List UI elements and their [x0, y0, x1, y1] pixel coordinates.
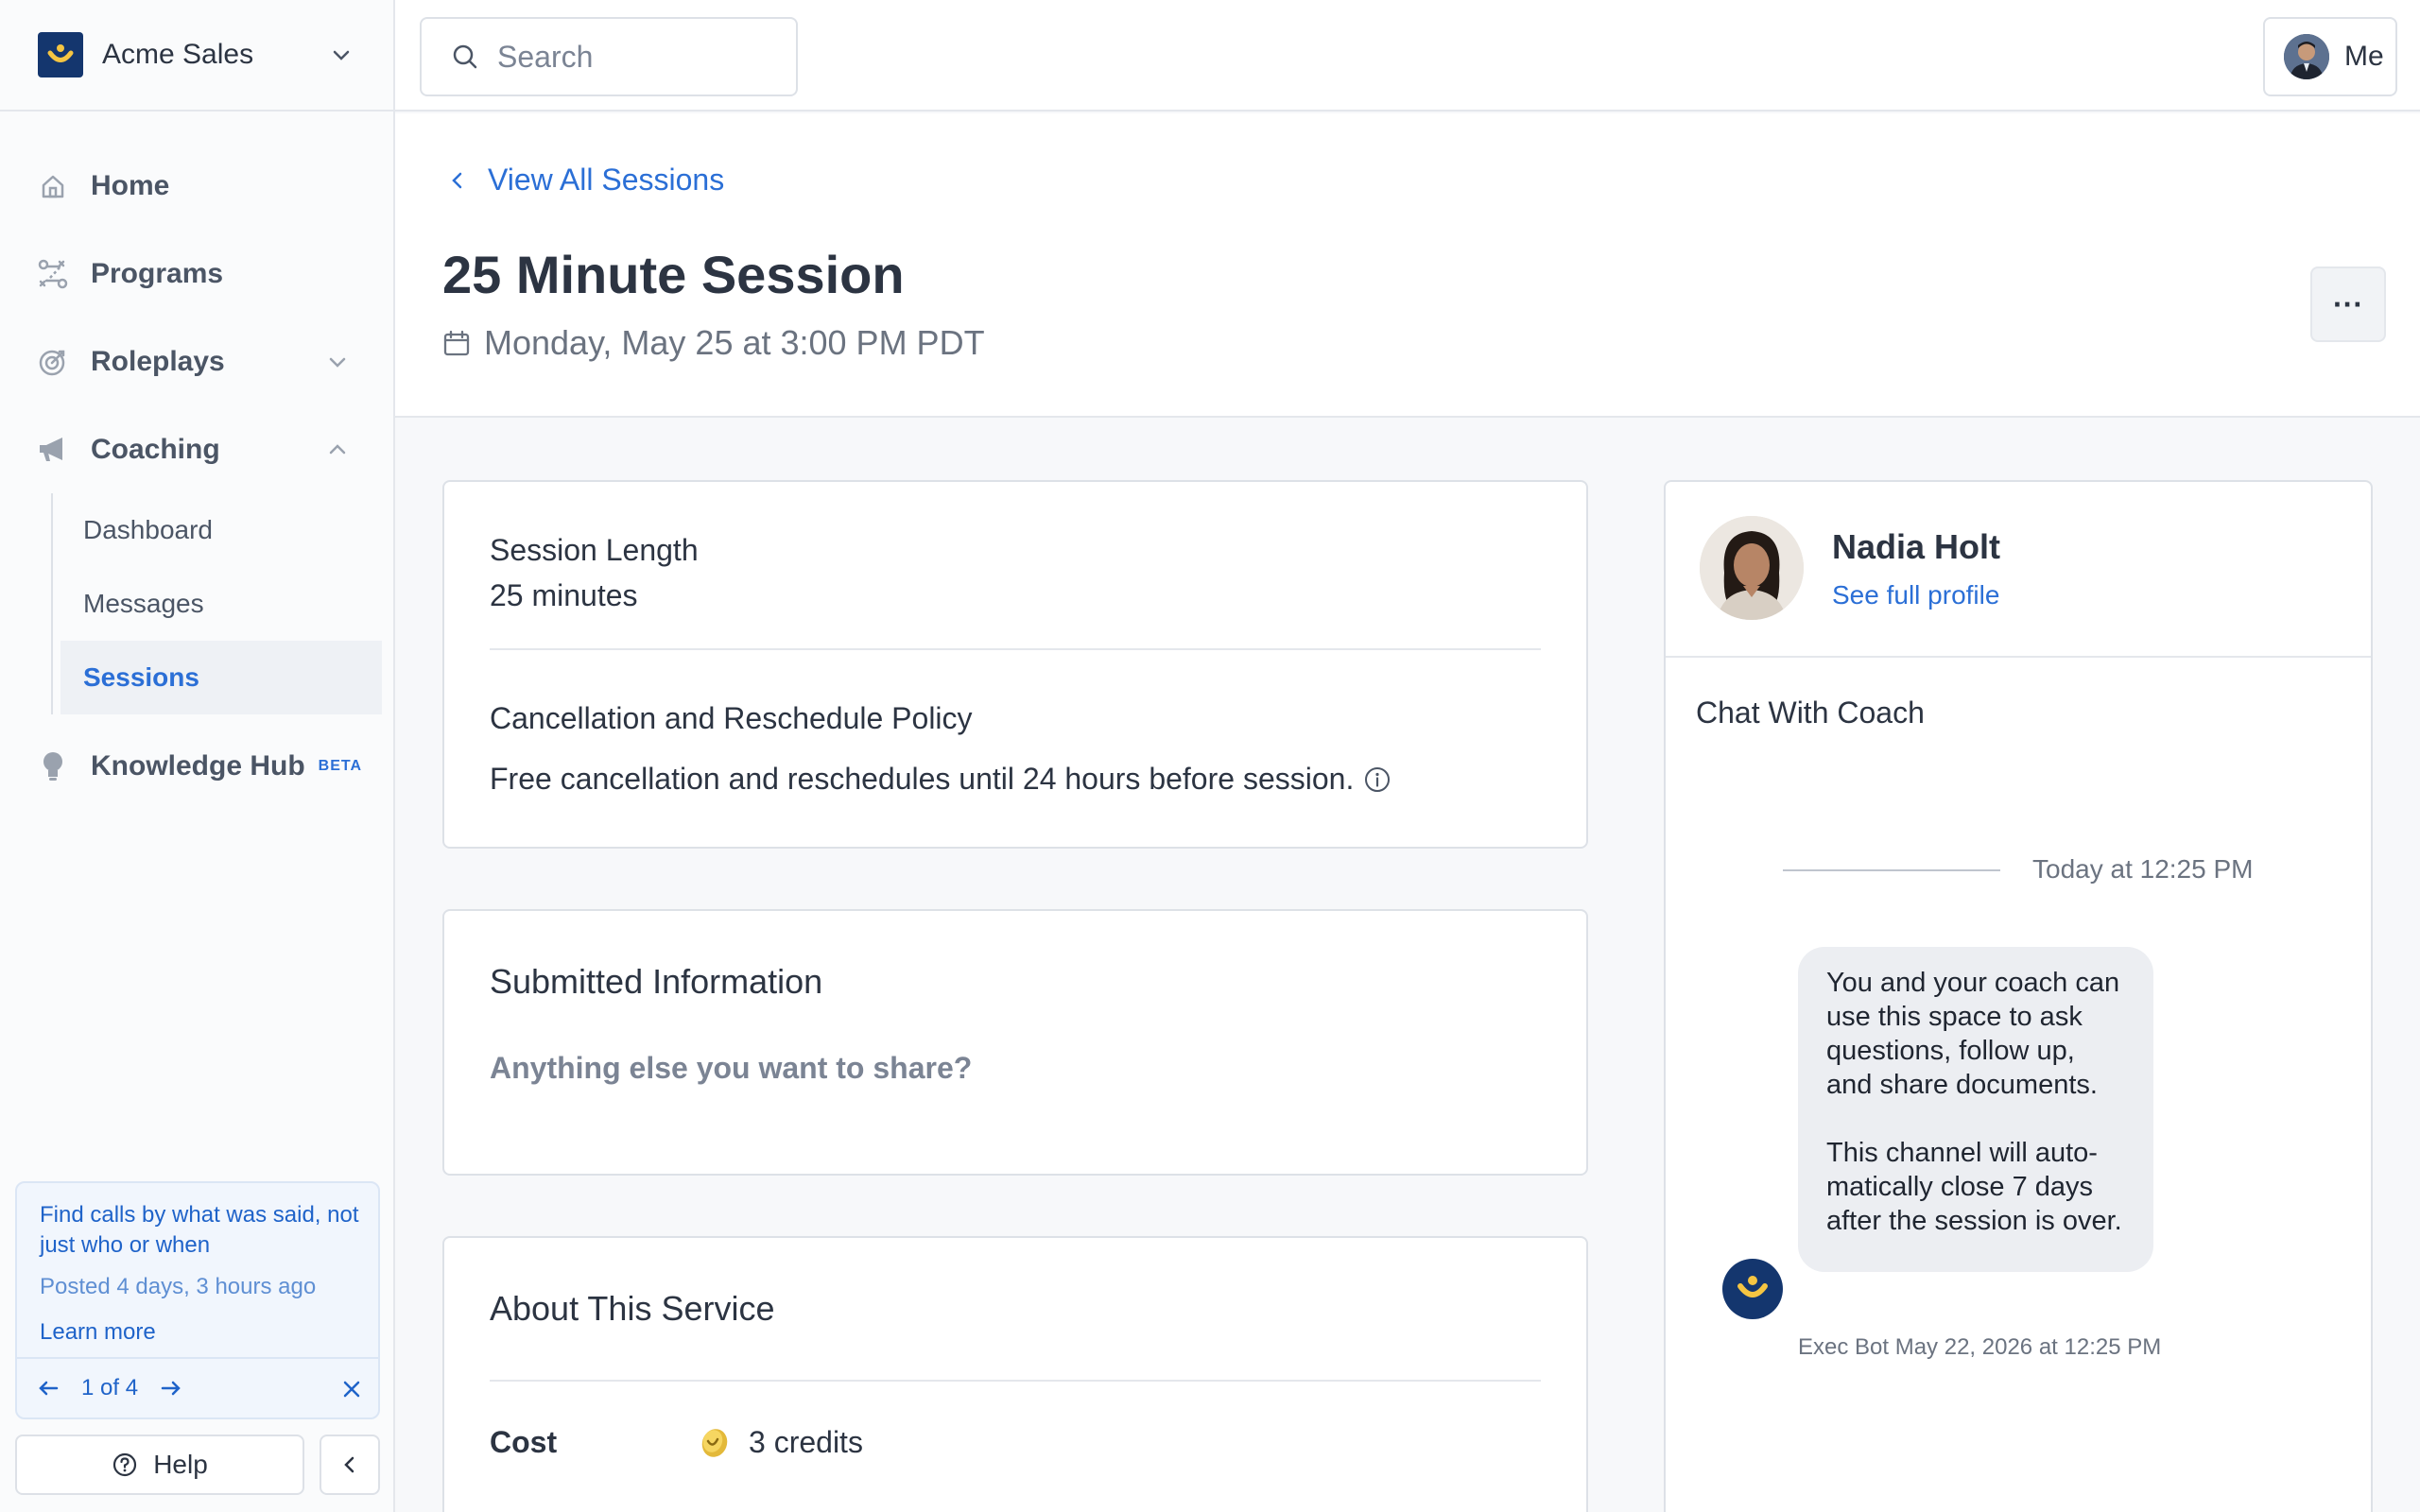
session-length-value: 25 minutes [490, 578, 638, 612]
divider [490, 648, 1541, 650]
top-bar: Me [395, 0, 2420, 112]
chevron-down-icon [333, 50, 350, 60]
session-details-card: Session Length 25 minutes Cancellation a… [442, 480, 1588, 849]
back-link[interactable]: View All Sessions [444, 163, 724, 198]
nav-label: Home [91, 169, 170, 201]
nav-item-roleplays[interactable]: Roleplays [0, 318, 393, 405]
help-icon [113, 1452, 137, 1477]
avatar [2284, 34, 2329, 79]
close-icon[interactable] [340, 1378, 363, 1400]
page-header: View All Sessions 25 Minute Session Mond… [395, 113, 2420, 418]
sidebar-item-sessions[interactable]: Sessions [60, 641, 382, 714]
user-menu-label: Me [2344, 41, 2384, 72]
org-logo [38, 32, 83, 77]
chevron-left-icon [452, 172, 462, 188]
coach-panel: Nadia Holt See full profile Chat With Co… [1664, 480, 2373, 1512]
nav-item-programs[interactable]: Programs [0, 230, 393, 318]
nav-label: Coaching [91, 433, 220, 465]
chat-message-text: You and your coach can use this space to… [1826, 968, 2120, 1100]
search-box[interactable] [420, 17, 798, 96]
learn-more-link[interactable]: Learn more [40, 1319, 156, 1346]
policy-row: Free cancellation and reschedules until … [490, 762, 1392, 797]
submitted-question: Anything else you want to share? [490, 1051, 973, 1085]
collapse-sidebar-button[interactable] [320, 1435, 380, 1495]
bot-avatar [1722, 1259, 1783, 1319]
nav-item-home[interactable]: Home [0, 142, 393, 230]
target-icon [36, 345, 70, 379]
page-title: 25 Minute Session [442, 245, 905, 304]
main-nav: Home Programs Roleplays Coaching Dashboa… [0, 142, 393, 810]
lightbulb-icon [36, 749, 70, 783]
policy-text: Free cancellation and reschedules until … [490, 762, 1355, 796]
nav-label: Roleplays [91, 345, 225, 377]
chat-title: Chat With Coach [1696, 696, 1925, 730]
announcement-card: Find calls by what was said, not just wh… [15, 1181, 380, 1419]
divider [490, 1380, 1541, 1382]
route-icon [36, 257, 70, 291]
search-input[interactable] [497, 39, 781, 75]
arrow-right-icon[interactable] [159, 1376, 183, 1400]
coach-header: Nadia Holt See full profile [1666, 482, 2371, 658]
user-menu-button[interactable]: Me [2263, 17, 2397, 96]
help-label: Help [153, 1450, 208, 1479]
policy-label: Cancellation and Reschedule Policy [490, 701, 973, 735]
more-options-button[interactable]: ··· [2310, 266, 2386, 342]
about-service-title: About This Service [490, 1289, 775, 1328]
chat-message-text: This channel will auto-matically close 7… [1826, 1138, 2122, 1236]
arrow-left-icon[interactable] [36, 1376, 60, 1400]
chat-message: You and your coach can use this space to… [1798, 947, 2153, 1272]
announcement-pager: 1 of 4 [17, 1357, 378, 1418]
chat-separator-line [1783, 869, 2000, 871]
submitted-info-card: Submitted Information Anything else you … [442, 909, 1588, 1176]
announcement-title: Find calls by what was said, not just wh… [40, 1202, 359, 1258]
nav-item-coaching[interactable]: Coaching [0, 405, 393, 493]
credit-coin-icon [701, 1428, 728, 1457]
cost-value: 3 credits [749, 1425, 863, 1459]
org-name: Acme Sales [102, 39, 254, 70]
info-icon[interactable] [1363, 765, 1392, 794]
session-date-text: Monday, May 25 at 3:00 PM PDT [484, 323, 985, 362]
chat-message-meta: Exec Bot May 22, 2026 at 12:25 PM [1798, 1334, 2162, 1360]
submitted-info-title: Submitted Information [490, 962, 823, 1001]
nav-item-knowledge-hub[interactable]: Knowledge Hub BETA [0, 722, 393, 810]
chat-separator-time: Today at 12:25 PM [2032, 854, 2254, 884]
back-link-label: View All Sessions [488, 163, 725, 197]
nav-label: Programs [91, 257, 224, 289]
coach-name: Nadia Holt [1832, 527, 2001, 566]
megaphone-icon [36, 433, 70, 467]
session-date: Monday, May 25 at 3:00 PM PDT [442, 323, 985, 363]
chevron-left-icon [344, 1456, 354, 1473]
session-length-label: Session Length [490, 533, 699, 567]
help-button[interactable]: Help [15, 1435, 304, 1495]
calendar-icon [443, 330, 470, 356]
see-full-profile-link[interactable]: See full profile [1832, 580, 1999, 610]
cost-label: Cost [490, 1425, 558, 1459]
chevron-up-icon [329, 444, 346, 455]
sidebar-item-messages[interactable]: Messages [53, 567, 393, 641]
about-service-card: About This Service Cost 3 credits [442, 1236, 1588, 1512]
coaching-subnav: Dashboard Messages Sessions [51, 493, 393, 714]
sidebar-item-dashboard[interactable]: Dashboard [53, 493, 393, 567]
cost-row: Cost 3 credits [490, 1425, 863, 1460]
sidebar: Acme Sales Home Programs Roleplays Coach… [0, 0, 395, 1512]
chevron-down-icon [329, 357, 346, 368]
pager-count: 1 of 4 [81, 1375, 139, 1400]
beta-badge: BETA [318, 757, 363, 774]
search-icon [453, 44, 477, 69]
org-switcher[interactable]: Acme Sales [0, 0, 393, 112]
home-icon [36, 169, 70, 203]
nav-label: Knowledge Hub [91, 749, 305, 782]
announcement-posted: Posted 4 days, 3 hours ago [40, 1274, 317, 1299]
coach-avatar [1700, 516, 1804, 620]
